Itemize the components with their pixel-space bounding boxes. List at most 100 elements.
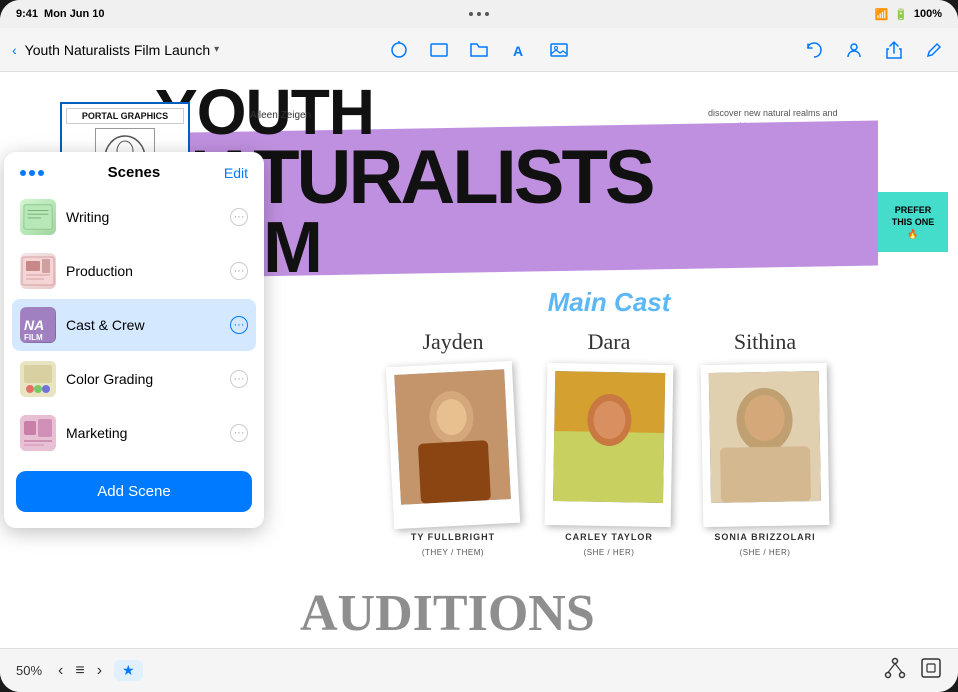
edit-icon[interactable] xyxy=(922,38,946,62)
sidebar-label-production: Production xyxy=(66,263,220,279)
main-cast-label: Main Cast xyxy=(290,287,928,318)
cast-name-2: CARLEY TAYLOR xyxy=(565,532,653,542)
ipad-frame: 9:41 Mon Jun 10 📶 🔋 100% ‹ Youth Natural… xyxy=(0,0,958,692)
annotation-name: Aileen Zeigen xyxy=(250,110,311,121)
polaroid-2 xyxy=(545,363,674,527)
dot-menu-2 xyxy=(29,170,35,176)
thumb-cast-inner: NA FILM xyxy=(20,307,56,343)
sidebar-label-color: Color Grading xyxy=(66,371,220,387)
nav-list-icon[interactable]: ≡ xyxy=(75,662,84,680)
sidebar-more-production[interactable]: ··· xyxy=(230,262,248,280)
cast-member-2: Dara CARL xyxy=(546,326,672,557)
sidebar-edit-button[interactable]: Edit xyxy=(224,165,248,181)
title-chevron-icon: ▾ xyxy=(214,44,219,55)
sticky-note: PREFER THIS ONE 🔥 xyxy=(878,192,948,252)
sidebar-item-writing[interactable]: Writing ··· xyxy=(12,191,256,243)
star-icon[interactable]: ★ xyxy=(122,662,135,679)
svg-text:FILM: FILM xyxy=(24,333,43,342)
collaborate-icon[interactable] xyxy=(842,38,866,62)
sidebar-label-writing: Writing xyxy=(66,209,220,225)
sidebar-label-cast: Cast & Crew xyxy=(66,317,220,333)
auditions-scribble: AUAUDITIONSDITIONS xyxy=(300,584,595,643)
add-scene-button[interactable]: Add Scene xyxy=(16,471,252,512)
sidebar-item-cast-crew[interactable]: NA FILM Cast & Crew ··· xyxy=(12,299,256,351)
cast-photos-row: Jayden TY xyxy=(290,326,928,557)
fullscreen-icon[interactable] xyxy=(920,657,942,684)
cast-name-3: SONIA BRIZZOLARI xyxy=(714,532,815,542)
bottom-toolbar: 50% ‹ ≡ › ★ xyxy=(0,648,958,692)
sidebar-item-production[interactable]: Production ··· xyxy=(12,245,256,297)
polaroid-1 xyxy=(386,361,520,529)
lasso-tool-icon[interactable] xyxy=(387,38,411,62)
svg-text:A: A xyxy=(513,43,523,59)
undo-icon[interactable] xyxy=(802,38,826,62)
sticky-note-emoji: 🔥 xyxy=(907,229,918,240)
sidebar-more-marketing[interactable]: ··· xyxy=(230,424,248,442)
status-bar-right: 📶 🔋 100% xyxy=(874,8,942,21)
sidebar-header: Scenes Edit xyxy=(4,152,264,189)
sidebar-title: Scenes xyxy=(108,164,161,181)
main-canvas[interactable]: PORTAL GRAPHICS CAMERA: MACRO LENS STEAD… xyxy=(0,72,958,648)
status-day: Mon Jun 10 xyxy=(44,8,105,20)
dot-2 xyxy=(477,12,481,16)
sidebar-label-marketing: Marketing xyxy=(66,425,220,441)
signature-1: Jayden xyxy=(422,329,483,355)
status-bar-left: 9:41 Mon Jun 10 xyxy=(16,8,105,20)
wifi-icon: 📶 xyxy=(874,8,888,21)
photo-3 xyxy=(709,371,821,503)
branch-icon[interactable] xyxy=(884,657,906,684)
status-time: 9:41 xyxy=(16,8,38,20)
sketch-box-title: PORTAL GRAPHICS xyxy=(66,108,184,124)
bottom-nav-icons: ‹ ≡ › ★ xyxy=(58,660,143,681)
title-text: Youth Naturalists Film Launch xyxy=(25,42,210,58)
battery-icon: 🔋 xyxy=(894,8,908,21)
nav-next-icon[interactable]: › xyxy=(97,662,102,680)
main-cast-text: Main Cast xyxy=(536,285,683,319)
zoom-level[interactable]: 50% xyxy=(16,663,42,678)
thumb-writing-inner xyxy=(20,199,56,235)
main-cast-section: Main Cast Jayden xyxy=(290,287,928,557)
photo-1 xyxy=(394,369,511,505)
back-chevron-icon: ‹ xyxy=(12,42,17,58)
sidebar-item-color-grading[interactable]: Color Grading ··· xyxy=(12,353,256,405)
cast-name-1: TY FULLBRIGHT xyxy=(411,532,495,542)
status-bar-dots xyxy=(469,12,489,16)
sticky-note-line1: PREFER xyxy=(895,205,932,215)
svg-text:NA: NA xyxy=(24,317,44,333)
nav-prev-icon[interactable]: ‹ xyxy=(58,662,63,680)
sidebar-items-list: Writing ··· Production xyxy=(4,191,264,459)
sidebar-item-marketing[interactable]: Marketing ··· xyxy=(12,407,256,459)
sidebar-thumb-production xyxy=(20,253,56,289)
dot-3 xyxy=(485,12,489,16)
signature-2: Dara xyxy=(588,329,631,355)
cast-pronoun-1: (THEY / THEM) xyxy=(422,548,484,557)
sidebar-thumb-marketing xyxy=(20,415,56,451)
text-tool-icon[interactable]: A xyxy=(507,38,531,62)
sticky-note-line2: THIS ONE xyxy=(892,217,935,227)
frame-tool-icon[interactable] xyxy=(427,38,451,62)
toolbar-right-icons xyxy=(802,38,946,62)
dot-menu-1 xyxy=(20,170,26,176)
share-icon[interactable] xyxy=(882,38,906,62)
sidebar-more-cast[interactable]: ··· xyxy=(230,316,248,334)
photo-2 xyxy=(553,371,665,503)
sidebar-thumb-cast: NA FILM xyxy=(20,307,56,343)
folder-tool-icon[interactable] xyxy=(467,38,491,62)
sidebar-more-color[interactable]: ··· xyxy=(230,370,248,388)
sidebar-menu-dots[interactable] xyxy=(20,170,44,176)
back-button[interactable]: ‹ xyxy=(12,42,17,58)
sidebar-panel: Scenes Edit xyxy=(4,152,264,528)
battery-level: 100% xyxy=(914,8,942,20)
toolbar-center-icons: A xyxy=(387,38,571,62)
cast-member-1: Jayden TY xyxy=(390,326,516,557)
image-tool-icon[interactable] xyxy=(547,38,571,62)
polaroid-3 xyxy=(701,363,830,527)
sidebar-more-writing[interactable]: ··· xyxy=(230,208,248,226)
sidebar-thumb-writing xyxy=(20,199,56,235)
cast-pronoun-2: (SHE / HER) xyxy=(584,548,635,557)
bottom-right-icons xyxy=(884,657,942,684)
cast-member-3: Sithina S xyxy=(702,326,828,557)
sidebar-thumb-color xyxy=(20,361,56,397)
document-title[interactable]: Youth Naturalists Film Launch ▾ xyxy=(25,42,220,58)
top-toolbar: ‹ Youth Naturalists Film Launch ▾ xyxy=(0,28,958,72)
